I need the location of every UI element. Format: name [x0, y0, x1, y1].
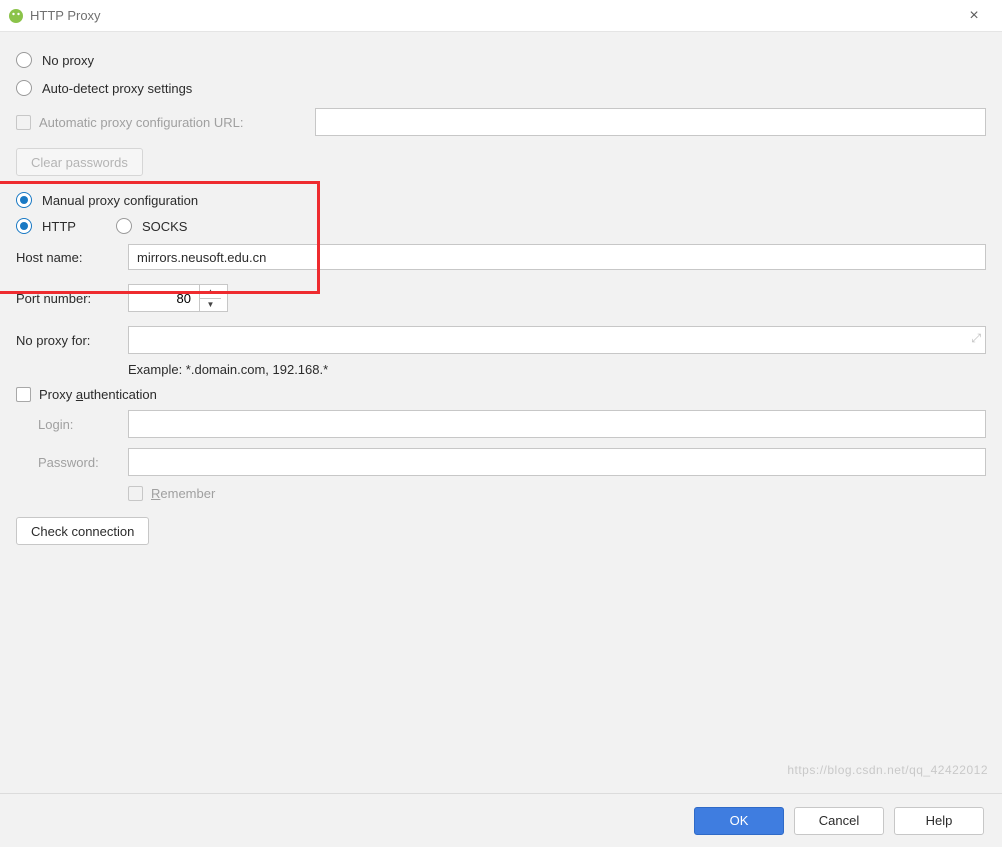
- http-label: HTTP: [42, 219, 76, 234]
- auto-url-label: Automatic proxy configuration URL:: [39, 115, 315, 130]
- check-connection-label: Check connection: [31, 524, 134, 539]
- spinner-arrows[interactable]: ▲ ▼: [199, 285, 221, 311]
- host-row: Host name:: [16, 244, 986, 270]
- no-proxy-for-label: No proxy for:: [16, 333, 128, 348]
- radio-icon: [16, 80, 32, 96]
- port-spinner[interactable]: ▲ ▼: [128, 284, 228, 312]
- port-input[interactable]: [129, 285, 199, 311]
- auto-detect-option[interactable]: Auto-detect proxy settings: [16, 80, 986, 96]
- close-icon[interactable]: ×: [954, 7, 994, 25]
- radio-icon: [116, 218, 132, 234]
- clear-passwords-label: Clear passwords: [31, 155, 128, 170]
- android-studio-icon: [8, 8, 24, 24]
- chevron-down-icon[interactable]: ▼: [200, 299, 221, 312]
- no-proxy-for-row: No proxy for: ⤢: [16, 326, 986, 354]
- auto-url-field: [315, 108, 986, 136]
- proxy-auth-checkbox[interactable]: [16, 387, 31, 402]
- dialog-footer: OK Cancel Help: [0, 793, 1002, 847]
- manual-label: Manual proxy configuration: [42, 193, 198, 208]
- port-row: Port number: ▲ ▼: [16, 284, 986, 312]
- example-row: Example: *.domain.com, 192.168.*: [16, 362, 986, 377]
- help-button[interactable]: Help: [894, 807, 984, 835]
- proxy-auth-label: Proxy authentication: [39, 387, 157, 402]
- remember-label: Remember: [151, 486, 215, 501]
- password-label: Password:: [38, 455, 128, 470]
- watermark-text: https://blog.csdn.net/qq_42422012: [787, 763, 988, 777]
- remember-row: Remember: [16, 486, 986, 501]
- help-label: Help: [926, 813, 953, 828]
- cancel-button[interactable]: Cancel: [794, 807, 884, 835]
- auto-url-row: Automatic proxy configuration URL:: [16, 108, 986, 136]
- login-input: [128, 410, 986, 438]
- example-text: Example: *.domain.com, 192.168.*: [128, 362, 328, 377]
- no-proxy-label: No proxy: [42, 53, 94, 68]
- login-row: Login:: [16, 410, 986, 438]
- manual-option[interactable]: Manual proxy configuration: [16, 192, 986, 208]
- no-proxy-option[interactable]: No proxy: [16, 52, 986, 68]
- radio-icon: [16, 52, 32, 68]
- protocol-row: HTTP SOCKS: [16, 218, 986, 234]
- port-label: Port number:: [16, 291, 128, 306]
- clear-passwords-button: Clear passwords: [16, 148, 143, 176]
- auto-detect-label: Auto-detect proxy settings: [42, 81, 192, 96]
- check-connection-row: Check connection: [16, 517, 986, 545]
- remember-checkbox: [128, 486, 143, 501]
- dialog-body: No proxy Auto-detect proxy settings Auto…: [0, 32, 1002, 793]
- socks-label: SOCKS: [142, 219, 188, 234]
- host-input[interactable]: [128, 244, 986, 270]
- radio-icon: [16, 192, 32, 208]
- window-title: HTTP Proxy: [30, 8, 954, 23]
- http-option[interactable]: HTTP: [16, 218, 76, 234]
- ok-button[interactable]: OK: [694, 807, 784, 835]
- ok-label: OK: [730, 813, 749, 828]
- password-input: [128, 448, 986, 476]
- proxy-auth-row[interactable]: Proxy authentication: [16, 387, 986, 402]
- cancel-label: Cancel: [819, 813, 859, 828]
- expand-icon[interactable]: ⤢: [971, 331, 981, 346]
- auto-url-checkbox: [16, 115, 31, 130]
- clear-passwords-row: Clear passwords: [16, 148, 986, 176]
- check-connection-button[interactable]: Check connection: [16, 517, 149, 545]
- login-label: Login:: [38, 417, 128, 432]
- password-row: Password:: [16, 448, 986, 476]
- no-proxy-for-input[interactable]: ⤢: [128, 326, 986, 354]
- radio-icon: [16, 218, 32, 234]
- chevron-up-icon[interactable]: ▲: [200, 285, 221, 299]
- titlebar: HTTP Proxy ×: [0, 0, 1002, 32]
- socks-option[interactable]: SOCKS: [116, 218, 188, 234]
- host-label: Host name:: [16, 250, 128, 265]
